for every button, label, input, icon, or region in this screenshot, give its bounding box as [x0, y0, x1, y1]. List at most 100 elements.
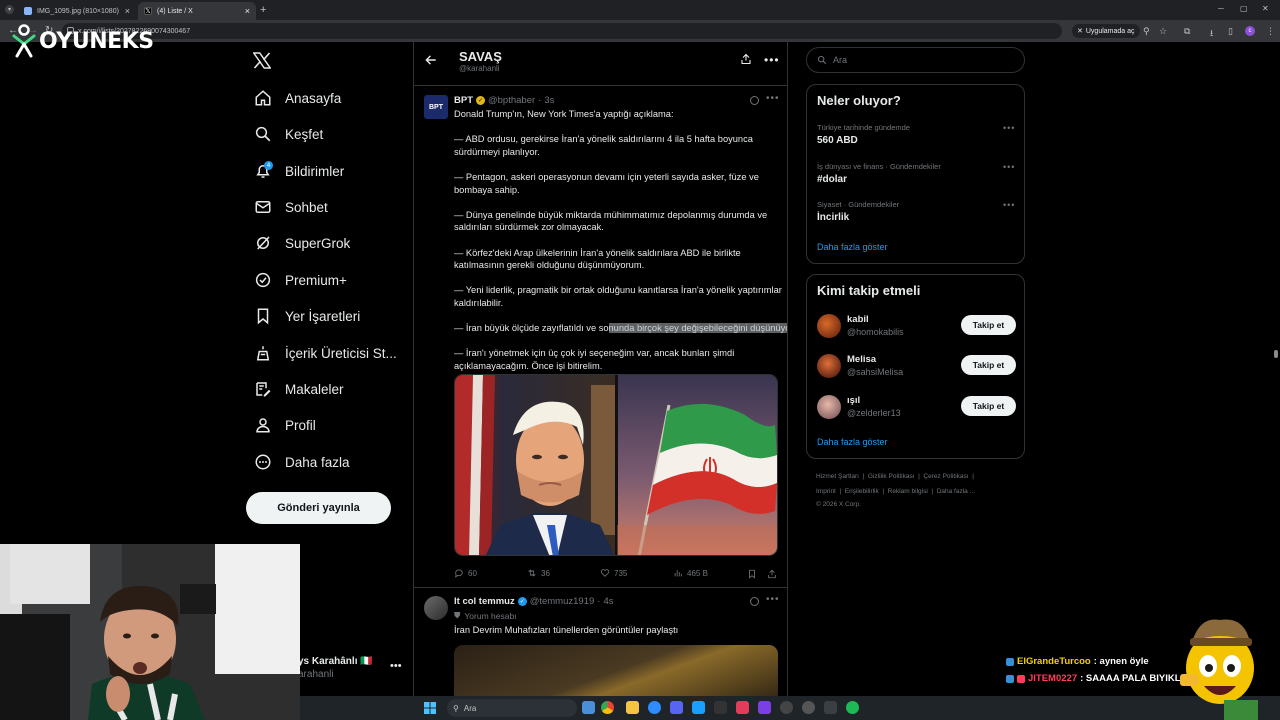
trend-more-icon[interactable]: ••• — [1003, 162, 1015, 172]
footer-link[interactable]: Daha fazla ... — [937, 488, 975, 495]
tweet-image[interactable] — [454, 374, 778, 556]
steam-icon[interactable] — [692, 701, 705, 714]
post-button[interactable]: Gönderi yayınla — [246, 492, 391, 524]
nav-explore[interactable]: Keşfet — [254, 122, 323, 146]
list-more-icon[interactable]: ••• — [764, 53, 780, 67]
footer-link[interactable]: Erişilebilirlik — [845, 488, 879, 495]
browser-tab-x-list[interactable]: 𝕏 (4) Liste / X × — [138, 2, 256, 20]
avatar[interactable] — [817, 395, 841, 419]
trends-show-more-link[interactable]: Daha fazla göster — [817, 242, 888, 252]
footer-link[interactable]: Gizlilik Politikası — [868, 473, 915, 480]
browser-menu-icon[interactable]: ⋮ — [1266, 26, 1275, 37]
share-icon[interactable] — [767, 569, 777, 579]
avatar[interactable] — [817, 314, 841, 338]
follow-suggestion[interactable]: Melisa @sahsiMelisa Takip et — [817, 351, 1017, 381]
nav-messages[interactable]: Sohbet — [254, 195, 328, 219]
nav-home[interactable]: Anasayfa — [254, 86, 341, 110]
scrollbar-thumb[interactable] — [1274, 350, 1278, 358]
maximize-icon[interactable]: ▢ — [1240, 4, 1248, 13]
footer-link[interactable]: Hizmet Şartları — [816, 473, 859, 480]
nav-creator-studio[interactable]: İçerik Üreticisi St... — [254, 341, 397, 365]
zoom-icon[interactable]: ⚲ — [1143, 26, 1150, 37]
tweet-time[interactable]: 3s — [544, 95, 554, 106]
footer-link[interactable]: Çerez Politikası — [923, 473, 968, 480]
sidebar-icon[interactable]: ▯ — [1228, 26, 1233, 37]
footer-links: Imprint | Erişilebilirlik | Reklam bilgi… — [816, 488, 976, 495]
nav-supergrok[interactable]: SuperGrok — [254, 231, 350, 255]
trend-more-icon[interactable]: ••• — [1003, 123, 1015, 133]
search-input[interactable]: Ara — [806, 47, 1025, 73]
account-more-icon[interactable]: ••• — [390, 660, 402, 672]
footer-link[interactable]: Imprint — [816, 488, 836, 495]
spotify-icon[interactable] — [846, 701, 859, 714]
task-view-icon[interactable] — [582, 701, 595, 714]
x-logo-icon[interactable] — [253, 52, 271, 69]
profile-avatar[interactable]: c — [1245, 26, 1255, 36]
window-close-icon[interactable]: ✕ — [1262, 4, 1269, 13]
browser-tab-image[interactable]: IMG_1095.jpg (810×1080) × — [18, 2, 136, 20]
minimize-icon[interactable]: ─ — [1218, 4, 1224, 13]
follow-button[interactable]: Takip et — [961, 396, 1016, 416]
follow-button[interactable]: Takip et — [961, 315, 1016, 335]
avatar[interactable] — [424, 596, 448, 620]
tab-close-icon[interactable]: × — [125, 6, 130, 16]
nav-notifications[interactable]: 4 Bildirimler — [254, 159, 344, 183]
views-button[interactable]: 465 B — [673, 568, 708, 578]
app-icon[interactable] — [736, 701, 749, 714]
app-icon[interactable] — [824, 701, 837, 714]
app-icon[interactable] — [780, 701, 793, 714]
windows-start-icon[interactable] — [424, 702, 436, 714]
discord-icon[interactable] — [670, 701, 683, 714]
trend-more-icon[interactable]: ••• — [1003, 200, 1015, 210]
tweet-more-icon[interactable]: ••• — [766, 93, 780, 104]
nav-profile[interactable]: Profil — [254, 413, 316, 437]
avatar[interactable]: BPT — [424, 95, 448, 119]
views-chart-icon — [674, 570, 682, 577]
author-name[interactable]: BPT — [454, 95, 473, 106]
footer-link[interactable]: Reklam bilgisi — [888, 488, 928, 495]
search-icon — [818, 56, 827, 65]
grok-explain-icon[interactable] — [750, 597, 759, 606]
like-button[interactable]: 735 — [600, 568, 627, 578]
author-handle[interactable]: @bpthaber — [488, 95, 535, 106]
open-in-app-button[interactable]: ✕ Uygulamada aç — [1072, 24, 1140, 38]
star-icon[interactable]: ☆ — [1159, 26, 1167, 37]
back-arrow-icon[interactable] — [424, 53, 438, 67]
grok-explain-icon[interactable] — [750, 96, 759, 105]
nav-bookmarks[interactable]: Yer İşaretleri — [254, 304, 360, 328]
twitch-icon[interactable] — [758, 701, 771, 714]
repost-button[interactable]: 36 — [527, 568, 550, 578]
tweet-more-icon[interactable]: ••• — [766, 594, 780, 605]
who-to-follow-show-more-link[interactable]: Daha fazla göster — [817, 437, 888, 447]
nav-premium[interactable]: Premium+ — [254, 268, 347, 292]
heart-icon — [600, 569, 610, 577]
app-icon[interactable] — [802, 701, 815, 714]
tab-search-icon[interactable]: ▾ — [5, 5, 14, 14]
obs-icon[interactable] — [714, 701, 727, 714]
bookmark-icon[interactable] — [747, 569, 757, 579]
follow-suggestion[interactable]: ışıl @zelderler13 Takip et — [817, 392, 1017, 422]
reply-button[interactable]: 60 — [454, 568, 477, 578]
follow-suggestion[interactable]: kabil @homokabilis Takip et — [817, 311, 1017, 341]
download-icon[interactable]: ⭳ — [1210, 26, 1213, 42]
author-handle[interactable]: @temmuz1919 — [530, 596, 595, 607]
taskbar-search-input[interactable]: ⚲ Ara — [447, 699, 577, 717]
edge-icon[interactable] — [648, 701, 661, 714]
account-switcher[interactable]: ys Karahânlı 🇮🇹 arahanli — [298, 655, 373, 681]
tweet-time[interactable]: 4s — [603, 596, 613, 607]
tab-close-icon[interactable]: × — [245, 6, 250, 16]
nav-articles[interactable]: Makaleler — [254, 377, 344, 401]
url-field[interactable]: x.com/i/lists/2027822690074300467 — [62, 23, 1062, 39]
follow-button[interactable]: Takip et — [961, 355, 1016, 375]
avatar[interactable] — [817, 354, 841, 378]
file-explorer-icon[interactable] — [626, 701, 639, 714]
new-tab-button[interactable]: + — [260, 4, 266, 16]
nav-more[interactable]: Daha fazla — [254, 450, 350, 474]
suggestion-handle: @zelderler13 — [847, 408, 901, 418]
chrome-icon[interactable] — [601, 701, 614, 714]
tweet-video[interactable] — [454, 645, 778, 696]
author-name[interactable]: lt col temmuz — [454, 596, 515, 607]
share-icon[interactable] — [740, 53, 752, 65]
extensions-icon[interactable]: ⧉ — [1184, 26, 1190, 37]
page-scrollbar[interactable] — [1272, 42, 1280, 696]
